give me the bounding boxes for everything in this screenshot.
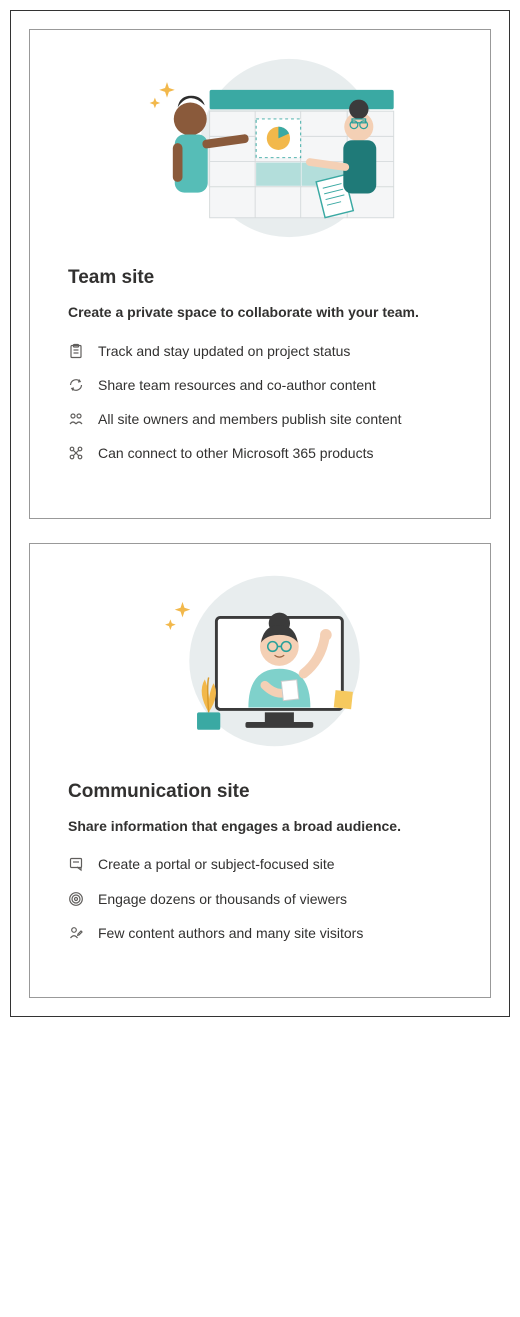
feature-text: Share team resources and co-author conte… [98,375,452,395]
feature-text: Create a portal or subject-focused site [98,854,452,874]
communication-site-illustration [30,544,490,769]
team-site-subtitle: Create a private space to collaborate wi… [68,303,452,323]
clipboard-icon [68,343,84,359]
feature-text: Can connect to other Microsoft 365 produ… [98,443,452,463]
people-icon [68,411,84,427]
communication-site-card[interactable]: Communication site Share information tha… [29,543,491,998]
connect-icon [68,445,84,461]
note-icon [68,856,84,872]
feature-item: Few content authors and many site visito… [68,923,452,943]
feature-item: Can connect to other Microsoft 365 produ… [68,443,452,463]
feature-text: Engage dozens or thousands of viewers [98,889,452,909]
feature-item: Create a portal or subject-focused site [68,854,452,874]
communication-site-features: Create a portal or subject-focused site … [68,854,452,943]
feature-item: Track and stay updated on project status [68,341,452,361]
feature-text: All site owners and members publish site… [98,409,452,429]
feature-text: Track and stay updated on project status [98,341,452,361]
site-type-chooser: Team site Create a private space to coll… [10,10,510,1017]
team-site-card[interactable]: Team site Create a private space to coll… [29,29,491,519]
team-site-features: Track and stay updated on project status… [68,341,452,464]
feature-item: All site owners and members publish site… [68,409,452,429]
communication-site-subtitle: Share information that engages a broad a… [68,817,452,837]
author-icon [68,925,84,941]
team-site-title: Team site [68,267,452,289]
communication-site-title: Communication site [68,781,452,803]
feature-item: Engage dozens or thousands of viewers [68,889,452,909]
team-site-illustration [30,30,490,255]
feature-text: Few content authors and many site visito… [98,923,452,943]
broadcast-icon [68,891,84,907]
feature-item: Share team resources and co-author conte… [68,375,452,395]
sync-icon [68,377,84,393]
